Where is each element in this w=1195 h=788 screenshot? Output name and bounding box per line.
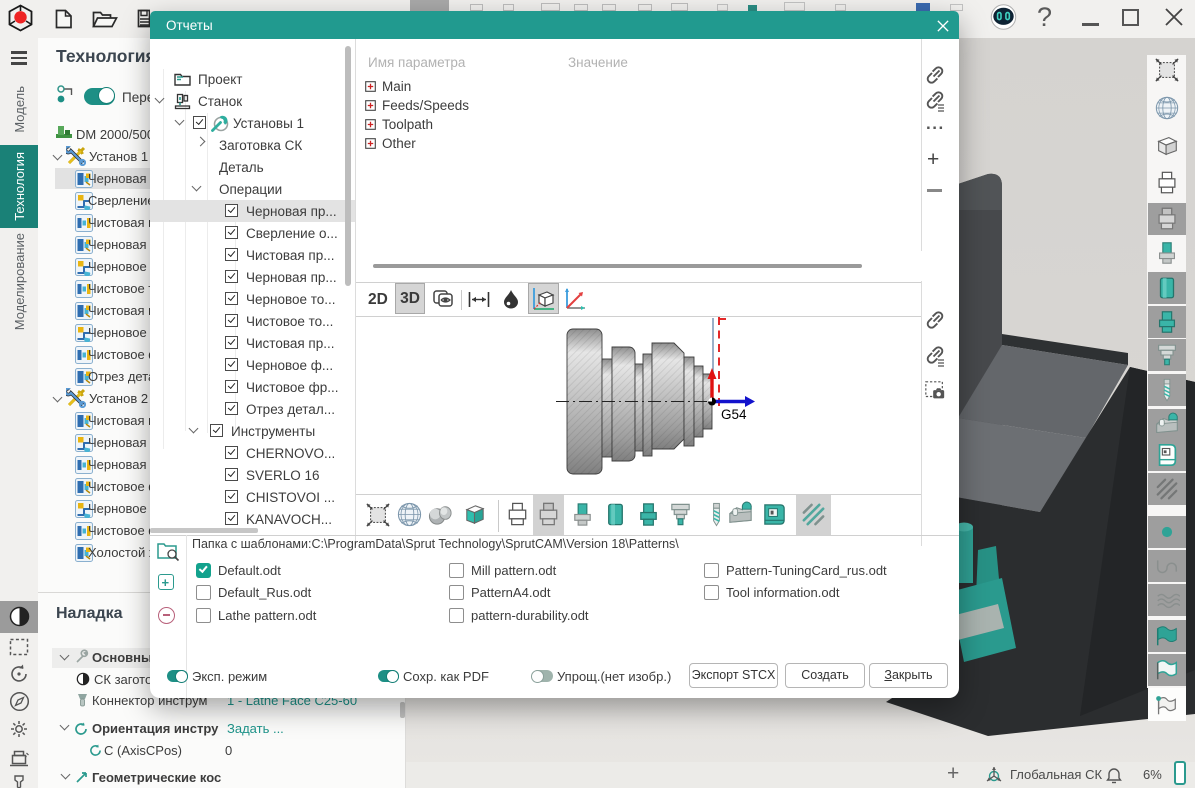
svg-text:G54: G54 xyxy=(721,407,747,422)
